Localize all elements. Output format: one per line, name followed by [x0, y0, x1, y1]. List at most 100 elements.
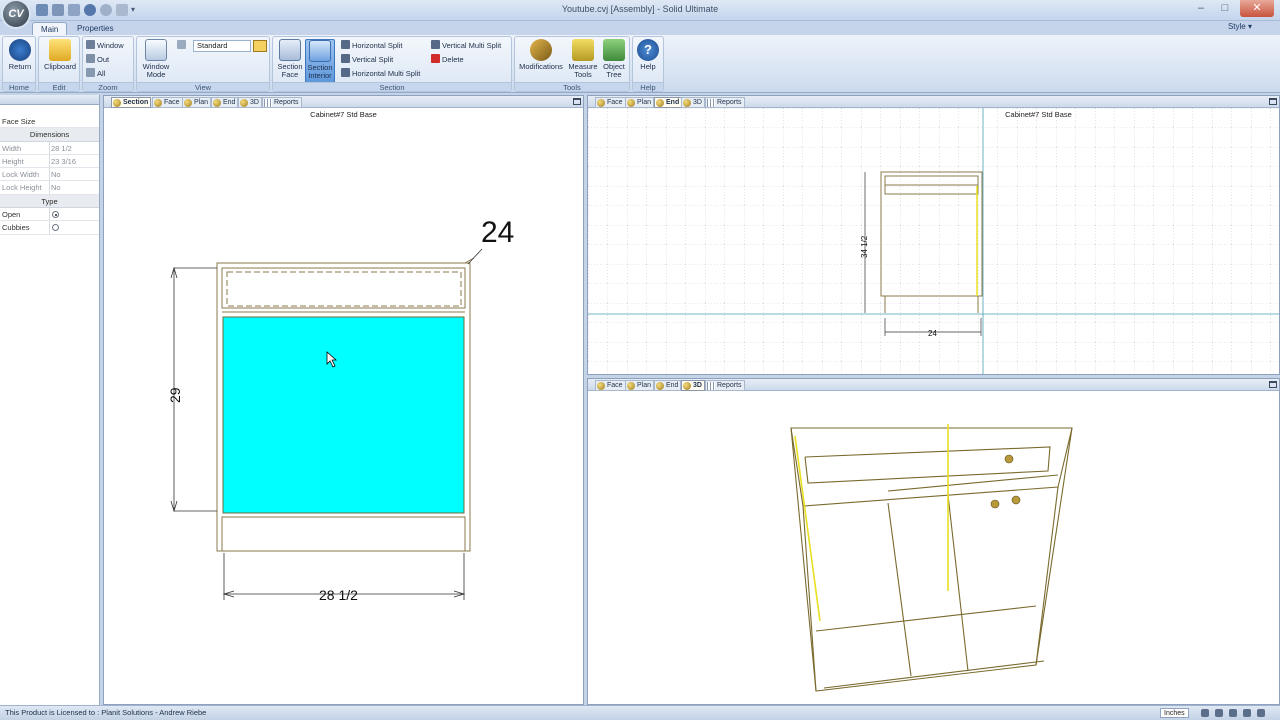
units-select[interactable]: Inches	[1160, 708, 1189, 718]
toe-kick	[221, 516, 466, 552]
help-icon: ?	[637, 39, 659, 61]
horizontal-split-button[interactable]: Horizontal Split	[341, 40, 402, 51]
section-face-button[interactable]: Section Face	[275, 39, 305, 83]
zoom-out-button[interactable]: Out	[86, 54, 109, 65]
end-tab-icon	[656, 99, 664, 107]
zoom-group-label: Zoom	[83, 82, 133, 92]
cubbies-radio[interactable]	[52, 224, 59, 232]
view-select[interactable]: Standard	[193, 40, 251, 52]
maximize-view-icon[interactable]	[1269, 381, 1277, 388]
width-dimension-label: 28 1/2	[319, 587, 358, 603]
measure-tools-button[interactable]: Measure Tools	[567, 39, 599, 83]
view-tab-end[interactable]: End	[654, 380, 682, 391]
view-tab-3d[interactable]: 3D	[681, 380, 705, 391]
property-row-lock-width[interactable]: Lock Width No	[0, 168, 99, 182]
front-left-edge	[802, 505, 817, 692]
view-tab-reports[interactable]: Reports	[705, 97, 745, 108]
tab-label: Section	[123, 99, 149, 106]
end-drawing[interactable]: 34 1/2 24	[588, 108, 1279, 374]
drawer-knob-icon	[1004, 454, 1014, 464]
view-tab-plan[interactable]: Plan	[625, 97, 655, 108]
view-tab-end[interactable]: End	[654, 97, 683, 108]
view-tab-reports[interactable]: Reports	[262, 97, 302, 108]
view-tab-3d[interactable]: 3D	[681, 97, 705, 108]
3d-wireframe[interactable]	[588, 391, 1279, 704]
zoom-all-button[interactable]: All	[86, 68, 105, 79]
maximize-button[interactable]: □	[1214, 0, 1236, 17]
section-group-label: Section	[273, 82, 511, 92]
open-radio[interactable]	[52, 211, 59, 219]
layer-icon[interactable]	[1243, 709, 1251, 717]
window-mode-button[interactable]: Window Mode	[138, 39, 174, 83]
grid-icon[interactable]	[1215, 709, 1223, 717]
property-row-width[interactable]: Width 28 1/2	[0, 141, 99, 155]
property-value[interactable]: No	[51, 168, 61, 181]
vertical-split-button[interactable]: Vertical Split	[341, 54, 393, 65]
end-tab-icon	[656, 382, 664, 390]
tab-properties[interactable]: Properties	[69, 22, 121, 35]
view-tab-face[interactable]: Face	[595, 380, 626, 391]
maximize-view-icon[interactable]	[1269, 98, 1277, 105]
cabinet-top	[790, 427, 1073, 507]
highlight-left-edge	[794, 435, 821, 622]
style-menu[interactable]: Style ▾	[1228, 22, 1252, 31]
maximize-view-icon[interactable]	[573, 98, 581, 105]
clipboard-button[interactable]: Clipboard	[43, 39, 77, 83]
ribbon-tab-row: Main Properties Style ▾	[0, 21, 1280, 35]
help-group-label: Help	[633, 82, 663, 92]
horizontal-multi-split-label: Horizontal Multi Split	[352, 69, 421, 78]
view-tab-face[interactable]: Face	[152, 97, 183, 108]
view-tab-section[interactable]: Section	[111, 97, 152, 108]
end-tab-icon	[213, 99, 221, 107]
reports-tab-icon	[707, 382, 715, 390]
type-option-cubbies[interactable]: Cubbies	[0, 221, 99, 235]
3d-viewport[interactable]: Face Plan End 3D Reports	[587, 378, 1280, 705]
property-value[interactable]: No	[51, 181, 61, 194]
type-option-open[interactable]: Open	[0, 208, 99, 222]
section-viewport[interactable]: Section Face Plan End 3D Reports Cabinet…	[103, 95, 584, 705]
section-interior-icon	[309, 40, 331, 62]
property-name: Lock Height	[2, 183, 42, 193]
view-tab-plan[interactable]: Plan	[182, 97, 212, 108]
view-tab-plan[interactable]: Plan	[625, 380, 655, 391]
section-drawing[interactable]: 28 1/2 29 24	[104, 108, 583, 704]
vertical-multi-split-button[interactable]: Vertical Multi Split	[431, 40, 501, 51]
modifications-button[interactable]: Modifications	[517, 39, 565, 83]
view-tab-3d[interactable]: 3D	[238, 97, 262, 108]
tab-label: Reports	[717, 382, 742, 389]
return-button[interactable]: Return	[3, 39, 37, 83]
view-tab-reports[interactable]: Reports	[705, 380, 745, 391]
delete-button[interactable]: Delete	[431, 54, 464, 65]
help-button[interactable]: ? Help	[633, 39, 663, 83]
clipboard-label: Clipboard	[43, 62, 77, 71]
measure-tools-icon	[572, 39, 594, 61]
minimize-button[interactable]: –	[1190, 0, 1212, 17]
tab-label: Plan	[637, 99, 652, 106]
property-row-height[interactable]: Height 23 3/16	[0, 154, 99, 169]
zoom-window-button[interactable]: Window	[86, 40, 124, 51]
dimensions-category[interactable]: Dimensions	[0, 128, 99, 142]
view-tab-end[interactable]: End	[211, 97, 239, 108]
view-tab-face[interactable]: Face	[595, 97, 626, 108]
type-category[interactable]: Type	[0, 194, 99, 209]
object-tree-button[interactable]: Object Tree	[599, 39, 629, 83]
settings-icon[interactable]	[1257, 709, 1265, 717]
property-row-lock-height[interactable]: Lock Height No	[0, 181, 99, 195]
snap-icon[interactable]	[1201, 709, 1209, 717]
ortho-icon[interactable]	[1229, 709, 1237, 717]
property-value[interactable]: 23 3/16	[51, 155, 76, 168]
3d-view-tabs: Face Plan End 3D Reports	[588, 379, 1279, 391]
tab-label: End	[223, 99, 236, 106]
selected-face-opening[interactable]	[222, 316, 465, 514]
end-view-tabs: Face Plan End 3D Reports	[588, 96, 1279, 108]
end-viewport[interactable]: Face Plan End 3D Reports 34 1/2 24 Cabin…	[587, 95, 1280, 375]
view-options-icon[interactable]	[253, 40, 267, 52]
close-button[interactable]: ✕	[1240, 0, 1274, 17]
app-menu-button[interactable]: CV	[3, 1, 29, 27]
horizontal-split-icon	[341, 40, 350, 49]
tab-main[interactable]: Main	[32, 22, 68, 35]
section-interior-button[interactable]: Section Interior	[305, 39, 335, 83]
property-value[interactable]: 28 1/2	[51, 142, 72, 155]
tab-label: 3D	[693, 382, 702, 389]
horizontal-multi-split-button[interactable]: Horizontal Multi Split	[341, 68, 420, 79]
